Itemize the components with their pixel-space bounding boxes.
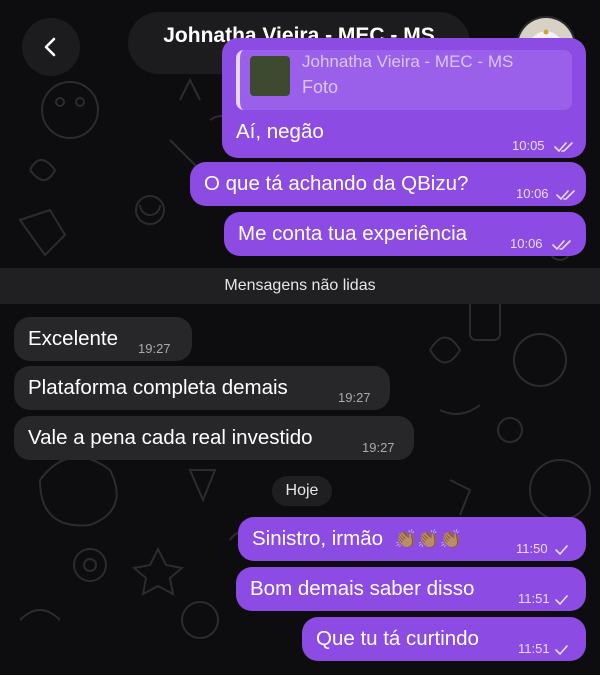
message-bubble-incoming[interactable]: Vale a pena cada real investido 19:27 bbox=[14, 416, 414, 460]
message-time: 19:27 bbox=[338, 390, 371, 405]
message-bubble-outgoing[interactable]: O que tá achando da QBizu? 10:06 bbox=[190, 162, 586, 206]
reply-message-bubble[interactable]: Johnatha Vieira - MEC - MS Foto Aí, negã… bbox=[222, 38, 586, 158]
message-text: Excelente bbox=[28, 327, 119, 350]
message-text: Que tu tá curtindo bbox=[316, 627, 479, 650]
quoted-reply[interactable]: Johnatha Vieira - MEC - MS Foto bbox=[236, 50, 572, 110]
message-time: 11:50 bbox=[516, 541, 548, 556]
message-bubble-outgoing[interactable]: Bom demais saber disso 11:51 bbox=[236, 567, 586, 611]
message-time: 11:51 bbox=[518, 591, 550, 606]
clapping-hands-emoji: 👏🏽👏🏽👏🏽 bbox=[394, 529, 462, 549]
message-bubble-outgoing[interactable]: Sinistro, irmão 👏🏽👏🏽👏🏽 11:50 bbox=[238, 517, 586, 561]
message-text: Me conta tua experiência bbox=[238, 222, 468, 245]
check-icon bbox=[555, 545, 568, 556]
quoted-photo-thumbnail bbox=[250, 56, 290, 96]
message-time: 11:51 bbox=[518, 641, 550, 656]
message-text: Vale a pena cada real investido bbox=[28, 426, 313, 449]
message-time: 10:06 bbox=[516, 186, 549, 201]
message-time: 19:27 bbox=[138, 341, 171, 356]
double-check-icon bbox=[556, 190, 575, 201]
chevron-left-icon bbox=[44, 37, 56, 57]
quoted-type: Foto bbox=[302, 77, 339, 97]
message-bubble-incoming[interactable]: Plataforma completa demais 19:27 bbox=[14, 366, 390, 410]
check-icon bbox=[555, 645, 568, 656]
unread-messages-divider: Mensagens não lidas bbox=[0, 268, 600, 304]
message-text: Sinistro, irmão bbox=[252, 527, 384, 550]
double-check-icon bbox=[554, 142, 573, 153]
message-time: 10:05 bbox=[512, 138, 545, 153]
message-bubble-outgoing[interactable]: Me conta tua experiência 10:06 bbox=[224, 212, 586, 256]
check-icon bbox=[555, 595, 568, 606]
message-text: O que tá achando da QBizu? bbox=[204, 172, 469, 195]
double-check-icon bbox=[552, 240, 571, 251]
message-text: Plataforma completa demais bbox=[28, 376, 288, 399]
date-divider: Hoje bbox=[272, 476, 332, 506]
message-bubble-outgoing[interactable]: Que tu tá curtindo 11:51 bbox=[302, 617, 586, 661]
message-text: Bom demais saber disso bbox=[250, 577, 475, 600]
message-text: Aí, negão bbox=[236, 120, 324, 143]
message-time: 19:27 bbox=[362, 440, 395, 455]
message-bubble-incoming[interactable]: Excelente 19:27 bbox=[14, 317, 192, 361]
quoted-author: Johnatha Vieira - MEC - MS bbox=[302, 52, 514, 71]
message-time: 10:06 bbox=[510, 236, 543, 251]
back-button[interactable] bbox=[22, 18, 80, 76]
